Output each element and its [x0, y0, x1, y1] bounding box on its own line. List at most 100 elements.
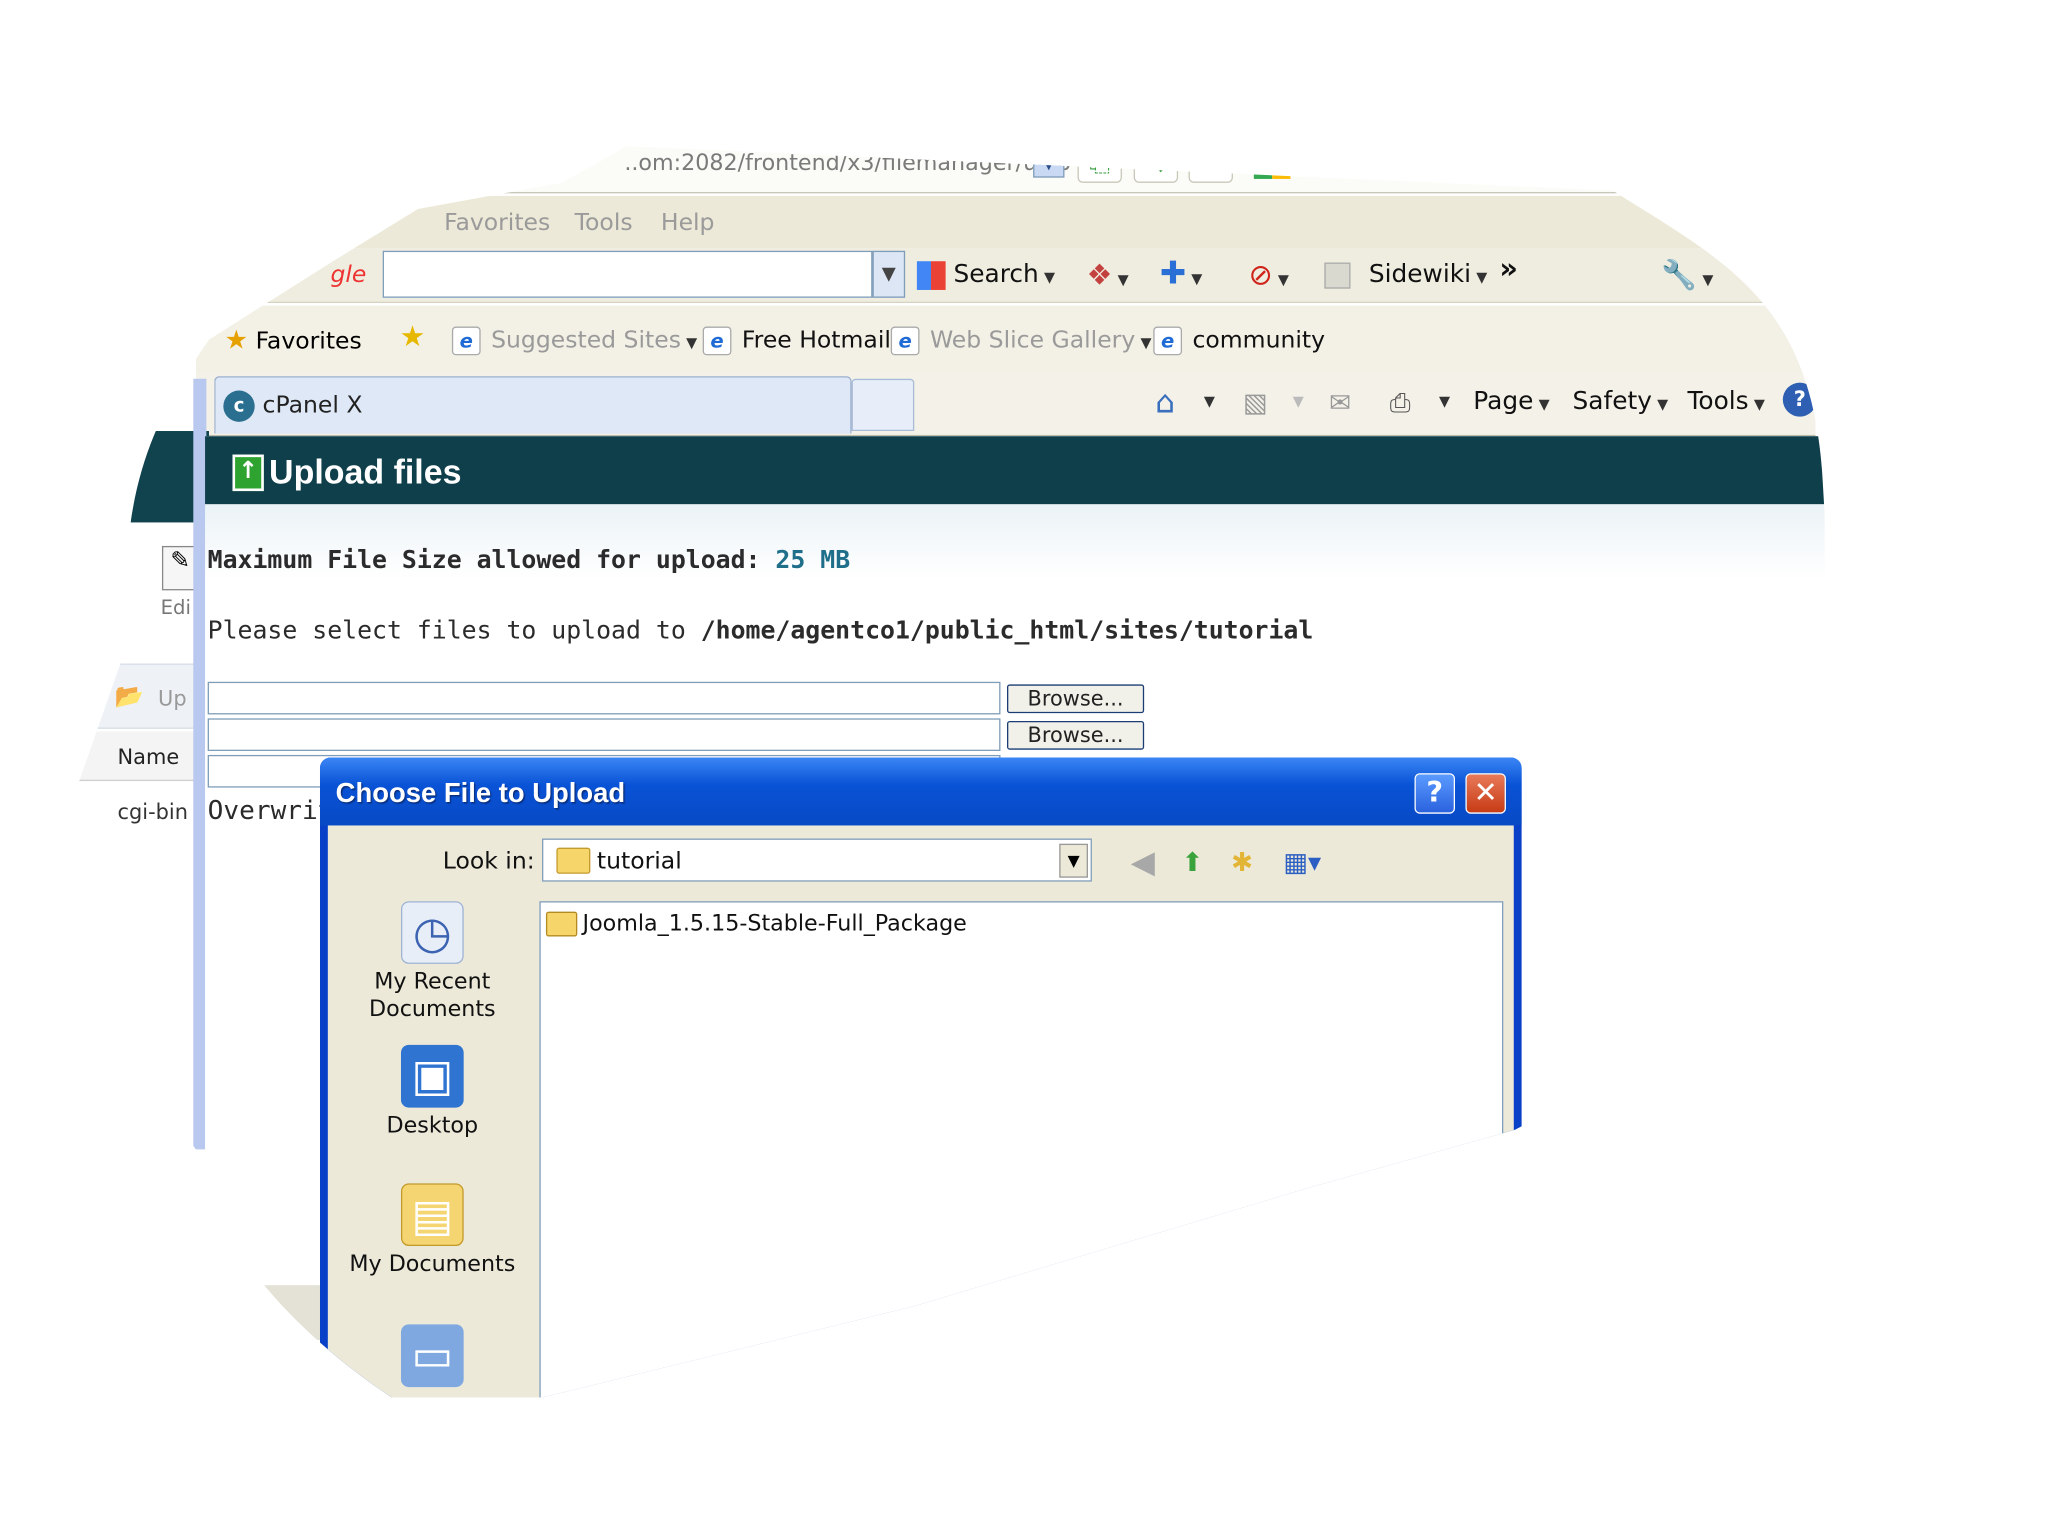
up-one-level-icon[interactable]: ⬆: [1174, 844, 1211, 881]
home-dropdown[interactable]: ▼: [1191, 384, 1228, 421]
dialog-titlebar[interactable]: Choose File to Upload ? ✕: [320, 758, 1522, 826]
fav-suggested-sites-label: Suggested Sites: [491, 326, 681, 354]
home-icon[interactable]: ⌂: [1147, 384, 1184, 421]
max-size-value: 25 MB: [775, 545, 851, 575]
favorites-star-icon: ★: [224, 323, 249, 356]
favorites-label: Favorites: [255, 327, 362, 356]
view-menu-icon[interactable]: ▦▾: [1276, 844, 1328, 881]
page-title: Upload files: [269, 451, 462, 492]
dialog-help-button[interactable]: ?: [1415, 773, 1455, 813]
file-input-1[interactable]: [208, 682, 1001, 715]
file-manager-window: ✎ Edi 📂 Up Name cgi-bin: [78, 431, 209, 1371]
toolbar-more-button[interactable]: »: [1499, 253, 1518, 286]
dialog-close-button[interactable]: ✕: [1465, 773, 1505, 813]
add-button-icon[interactable]: ✚ ▼: [1160, 255, 1203, 292]
tab-bar: c cPanel X ⌂ ▼ ▧ ▼ ✉ ⎙ ▼ Page ▼ Safety ▼ T…: [196, 374, 1816, 437]
max-file-size: Maximum File Size allowed for upload: 25…: [208, 546, 850, 575]
toolbar-search-dropdown[interactable]: ▼: [872, 251, 905, 298]
ie-icon: e: [452, 327, 481, 356]
bookmarks-icon[interactable]: ❖ ▼: [1087, 260, 1129, 293]
look-in-select[interactable]: tutorial ▼: [542, 839, 1092, 882]
stop-icon[interactable]: ✕: [1189, 141, 1233, 183]
place-label: Documents: [369, 996, 496, 1023]
look-in-label: Look in:: [442, 847, 535, 876]
menu-favorites[interactable]: Favorites: [444, 209, 550, 236]
fav-web-slice-gallery[interactable]: e Web Slice Gallery ▼: [891, 327, 1152, 356]
desktop-icon: ▣: [401, 1045, 464, 1108]
print-dropdown[interactable]: ▼: [1426, 384, 1463, 421]
wrench-icon[interactable]: 🔧 ▼: [1661, 260, 1713, 293]
sidewiki-button[interactable]: Sidewiki ▼: [1324, 260, 1487, 289]
refresh-icon[interactable]: ⇆: [1134, 141, 1178, 183]
toolbar-search-label: Search: [953, 259, 1039, 289]
fav-community-label: community: [1192, 326, 1326, 354]
place-label: My Documents: [349, 1251, 516, 1278]
address-bar: ..om:2082/frontend/x3/filemanager/uplo ▼…: [392, 131, 1672, 194]
column-name[interactable]: Name: [118, 744, 180, 769]
address-url[interactable]: ..om:2082/frontend/x3/filemanager/uplo: [624, 150, 1071, 176]
new-folder-icon[interactable]: ✱: [1224, 844, 1261, 881]
sidewiki-icon: [1324, 262, 1350, 288]
file-manager-toolbar: 📂 Up: [78, 663, 209, 728]
menu-help[interactable]: Help: [661, 209, 715, 236]
upload-icon: ↑: [232, 455, 263, 492]
tab-cpanel[interactable]: c cPanel X: [214, 376, 851, 433]
page-menu-label: Page: [1473, 386, 1534, 416]
rss-feed-icon[interactable]: ▧: [1237, 384, 1274, 421]
place-my-computer[interactable]: ▭: [328, 1324, 537, 1392]
place-my-recent-documents[interactable]: ◷ My Recent Documents: [328, 901, 537, 1024]
address-dropdown-button[interactable]: ▼: [1033, 149, 1064, 178]
toolbar-search-input[interactable]: [383, 251, 873, 298]
ie-icon: e: [891, 327, 920, 356]
destination-path: /home/agentco1/public_html/sites/tutoria…: [700, 616, 1314, 646]
read-mail-icon[interactable]: ✉: [1322, 384, 1359, 421]
google-toolbar-logo: gle: [330, 261, 367, 289]
popup-blocker-icon[interactable]: ⊘ ▼: [1249, 260, 1289, 293]
sidewiki-label: Sidewiki: [1368, 259, 1471, 289]
add-to-favorites-icon[interactable]: ★: [400, 321, 426, 354]
fav-web-slice-gallery-label: Web Slice Gallery: [929, 326, 1136, 354]
place-my-documents[interactable]: ▤ My Documents: [328, 1183, 537, 1278]
fav-free-hotmail-label: Free Hotmail: [741, 326, 891, 354]
new-tab-button[interactable]: [852, 379, 915, 431]
overwrite-option-label: Overwrite: [207, 794, 318, 826]
compatibility-view-icon[interactable]: ⎘: [1078, 141, 1122, 183]
list-item[interactable]: Joomla_1.5.15-Stable-Full_Package: [546, 910, 967, 937]
page-header: ↑ Upload files: [205, 436, 1825, 504]
tools-menu-label: Tools: [1687, 386, 1749, 416]
up-folder-icon[interactable]: 📂: [115, 683, 144, 710]
file-list: Joomla_1.5.15-Stable-Full_Package: [539, 901, 1503, 1410]
page-menu[interactable]: Page ▼: [1473, 387, 1549, 416]
place-label: Desktop: [386, 1112, 479, 1139]
choose-file-dialog: Choose File to Upload ? ✕ Look in: tutor…: [320, 758, 1522, 1411]
search-box-placeholder[interactable]: Google: [1300, 150, 1383, 177]
toolbar-search-button[interactable]: Search ▼: [917, 260, 1055, 289]
place-label: My Recent: [374, 969, 491, 996]
folder-icon: [556, 848, 590, 874]
favorites-button[interactable]: ★ Favorites: [225, 324, 362, 355]
browse-button-1[interactable]: Browse...: [1007, 684, 1144, 713]
fav-suggested-sites[interactable]: e Suggested Sites ▼: [452, 327, 697, 356]
google-search-icon: [917, 261, 946, 290]
up-label[interactable]: Up: [158, 686, 187, 711]
fav-free-hotmail[interactable]: e Free Hotmail: [703, 327, 891, 356]
dialog-title: Choose File to Upload: [335, 778, 626, 809]
file-name: Joomla_1.5.15-Stable-Full_Package: [582, 911, 967, 938]
tab-title: cPanel X: [262, 391, 363, 420]
tools-menu[interactable]: Tools ▼: [1687, 387, 1764, 416]
menu-tools[interactable]: Tools: [575, 209, 633, 236]
help-icon[interactable]: ?: [1783, 383, 1817, 417]
google-icon: [1254, 142, 1291, 179]
safety-menu[interactable]: Safety ▼: [1573, 387, 1669, 416]
place-desktop[interactable]: ▣ Desktop: [328, 1045, 537, 1140]
back-icon[interactable]: ◀: [1125, 844, 1162, 881]
table-row[interactable]: cgi-bin: [118, 799, 188, 824]
file-input-2[interactable]: [208, 718, 1001, 751]
fav-community[interactable]: e community: [1153, 327, 1325, 356]
cpanel-logo-icon: c: [223, 391, 254, 422]
my-computer-icon: ▭: [401, 1324, 464, 1387]
look-in-dropdown-button[interactable]: ▼: [1059, 844, 1088, 878]
browse-button-2[interactable]: Browse...: [1007, 721, 1144, 750]
print-icon[interactable]: ⎙: [1382, 384, 1419, 421]
column-header: Name: [78, 731, 209, 781]
